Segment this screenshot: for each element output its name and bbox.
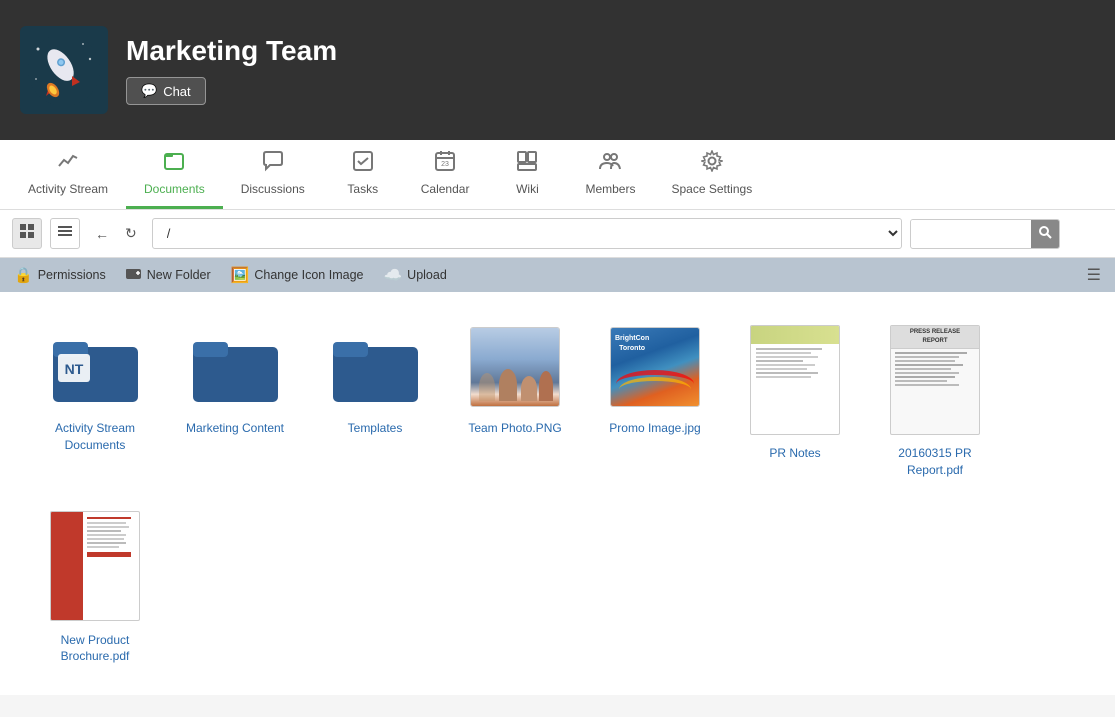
chat-icon: 💬 [141,83,157,99]
wiki-icon [516,150,538,178]
doc-thumb-wrap: PRESS RELEASEREPORT [885,322,985,437]
tab-members-label: Members [585,182,635,196]
upload-icon: ☁️ [383,266,402,284]
doc-thumb-wrap [45,509,145,624]
folder-icon-wrap: NT [45,322,145,412]
permissions-label: Permissions [38,268,106,282]
file-name: PR Notes [769,445,820,462]
tab-calendar-label: Calendar [421,182,470,196]
tab-activity-stream-label: Activity Stream [28,182,108,196]
file-item-promo-image[interactable]: BrightCon Toronto Promo Image.jpg [590,312,720,489]
tab-space-settings[interactable]: Space Settings [653,140,770,209]
svg-text:NT: NT [64,361,83,377]
list-view-button[interactable] [50,218,80,249]
toolbar-row: ← ↻ / [0,210,1115,258]
new-folder-icon [126,266,142,284]
space-title: Marketing Team [126,35,337,67]
tab-tasks[interactable]: Tasks [323,140,403,209]
tab-wiki[interactable]: Wiki [487,140,567,209]
action-bar: 🔒 Permissions New Folder 🖼️ Change Icon … [0,258,1115,292]
file-name: Promo Image.jpg [609,420,700,437]
upload-action[interactable]: ☁️ Upload [383,266,446,284]
tab-documents-label: Documents [144,182,205,196]
search-box [910,219,1060,249]
file-item-activity-stream-docs[interactable]: NT Activity StreamDocuments [30,312,160,489]
file-item-team-photo[interactable]: Team Photo.PNG [450,312,580,489]
back-button[interactable]: ← [88,222,116,246]
tab-members[interactable]: Members [567,140,653,209]
space-settings-icon [701,150,723,178]
new-folder-action[interactable]: New Folder [126,266,211,284]
search-input[interactable] [911,220,1031,247]
file-item-pr-notes[interactable]: PR Notes [730,312,860,489]
nav-arrows: ← ↻ [88,221,144,246]
tab-space-settings-label: Space Settings [671,182,752,196]
grid-view-button[interactable] [12,218,42,249]
tab-calendar[interactable]: 23 Calendar [403,140,488,209]
space-logo [20,26,108,114]
permissions-action[interactable]: 🔒 Permissions [14,266,106,284]
doc-thumb-wrap [745,322,845,437]
file-name: New ProductBrochure.pdf [61,632,130,666]
permissions-icon: 🔒 [14,266,33,284]
chat-button[interactable]: 💬 Chat [126,77,206,105]
file-grid: NT Activity StreamDocuments Marketing Co… [0,292,1115,695]
search-button[interactable] [1031,220,1060,248]
tab-tasks-label: Tasks [347,182,378,196]
file-item-pr-report[interactable]: PRESS RELEASEREPORT 20160315 PRReport.pd… [870,312,1000,489]
image-thumbnail [470,327,560,407]
upload-label: Upload [407,268,447,282]
refresh-button[interactable]: ↻ [118,221,144,246]
discussions-icon [262,150,284,178]
chat-label: Chat [163,84,190,99]
tab-wiki-label: Wiki [516,182,539,196]
members-icon [599,150,621,178]
tab-activity-stream[interactable]: Activity Stream [10,140,126,209]
change-icon-action[interactable]: 🖼️ Change Icon Image [231,266,364,284]
image-thumb-wrap [465,322,565,412]
file-item-marketing-content[interactable]: Marketing Content [170,312,300,489]
folder-icon-wrap [185,322,285,412]
file-name: Activity StreamDocuments [55,420,135,454]
file-name: Marketing Content [186,420,284,437]
image-thumbnail: BrightCon Toronto [610,327,700,407]
image-thumb-wrap: BrightCon Toronto [605,322,705,412]
header-banner: Marketing Team 💬 Chat [0,0,1115,140]
documents-icon [163,150,185,178]
activity-stream-icon [57,150,79,178]
action-bar-menu[interactable]: ☰ [1087,265,1101,285]
folder-icon-wrap [325,322,425,412]
file-item-new-product-brochure[interactable]: New ProductBrochure.pdf [30,499,160,676]
file-name: Team Photo.PNG [468,420,561,437]
path-select[interactable]: / [152,218,902,249]
tab-documents[interactable]: Documents [126,140,223,209]
new-folder-label: New Folder [147,268,211,282]
file-name: 20160315 PRReport.pdf [898,445,971,479]
header-info: Marketing Team 💬 Chat [126,35,337,105]
file-name: Templates [348,420,403,437]
svg-text:23: 23 [441,161,449,168]
nav-tabs: Activity Stream Documents Discussions Ta… [0,140,1115,210]
tab-discussions-label: Discussions [241,182,305,196]
file-item-templates[interactable]: Templates [310,312,440,489]
change-icon-label: Change Icon Image [254,268,363,282]
calendar-icon: 23 [434,150,456,178]
tasks-icon [352,150,374,178]
tab-discussions[interactable]: Discussions [223,140,323,209]
change-icon-icon: 🖼️ [231,266,250,284]
